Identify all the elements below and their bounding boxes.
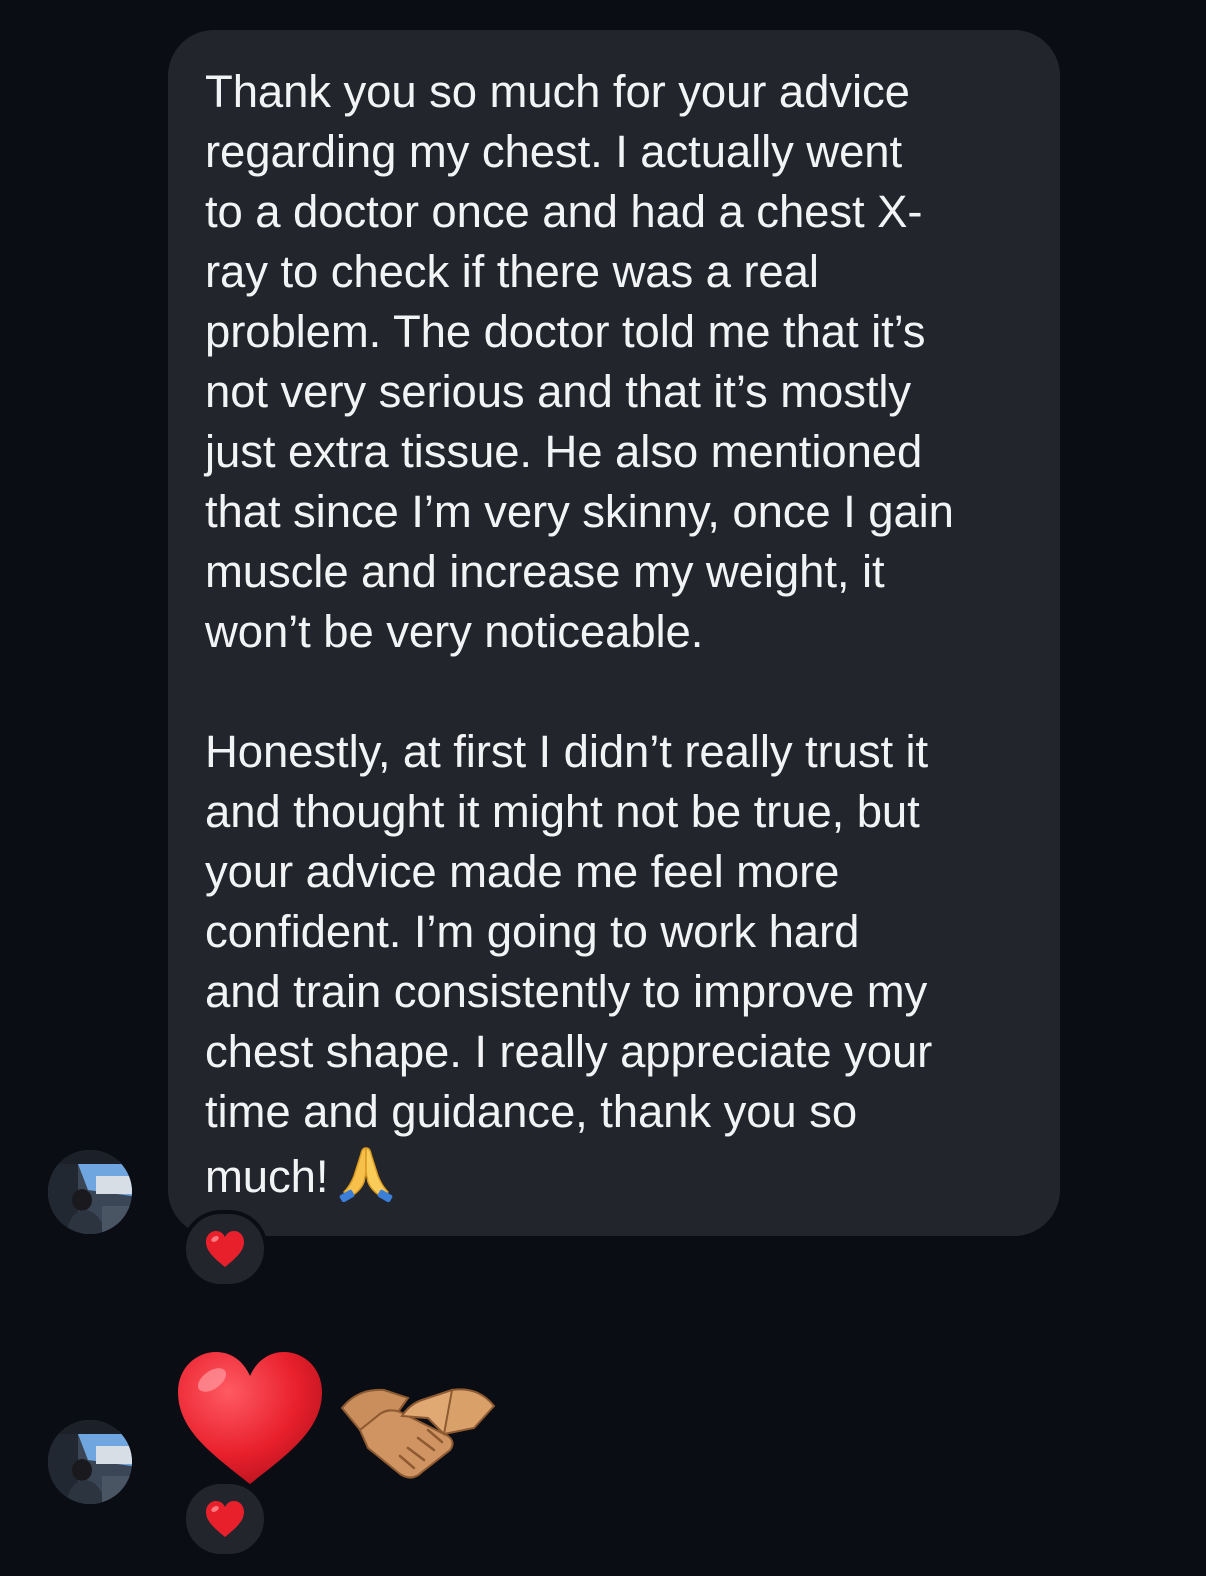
message-line: Thank you so much for your advice [205, 66, 910, 117]
message-line: and thought it might not be true, but [205, 786, 920, 837]
emoji-message[interactable] [172, 1348, 502, 1488]
message-line: confident. I’m going to work hard [205, 906, 860, 957]
message-line: muscle and increase my weight, it [205, 546, 885, 597]
message-line: your advice made me feel more [205, 846, 840, 897]
message-line: problem. The doctor told me that it’s [205, 306, 926, 357]
handshake-icon [340, 1388, 496, 1479]
red-heart-icon [206, 1501, 244, 1537]
red-heart-icon [178, 1352, 322, 1484]
message-line: chest shape. I really appreciate your [205, 1026, 933, 1077]
message-last-line: much! [205, 1142, 1024, 1217]
message-line: just extra tissue. He also mentioned [205, 426, 923, 477]
message-reaction[interactable] [182, 1210, 268, 1288]
message-line: not very serious and that it’s mostly [205, 366, 912, 417]
message-paragraph-2: Honestly, at first I didn’t really trust… [205, 722, 1024, 1217]
folded-hands-icon [336, 1142, 396, 1217]
message-line: regarding my chest. I actually went [205, 126, 903, 177]
message-line: that since I’m very skinny, once I gain [205, 486, 954, 537]
avatar-photo [48, 1150, 132, 1234]
message-line: ray to check if there was a real [205, 246, 819, 297]
message-line: to a doctor once and had a chest X- [205, 186, 923, 237]
sender-avatar[interactable] [48, 1420, 132, 1504]
message-line: time and guidance, thank you so [205, 1086, 858, 1137]
message-line: Honestly, at first I didn’t really trust… [205, 726, 929, 777]
message-bubble[interactable]: Thank you so much for your advice regard… [168, 30, 1060, 1236]
message-line: and train consistently to improve my [205, 966, 928, 1017]
red-heart-icon [206, 1231, 244, 1267]
message-line: much! [205, 1151, 329, 1202]
avatar-photo [48, 1420, 132, 1504]
emoji-message-reaction[interactable] [182, 1480, 268, 1558]
message-paragraph-1: Thank you so much for your advice regard… [205, 62, 1024, 662]
message-line: won’t be very noticeable. [205, 606, 704, 657]
sender-avatar[interactable] [48, 1150, 132, 1234]
